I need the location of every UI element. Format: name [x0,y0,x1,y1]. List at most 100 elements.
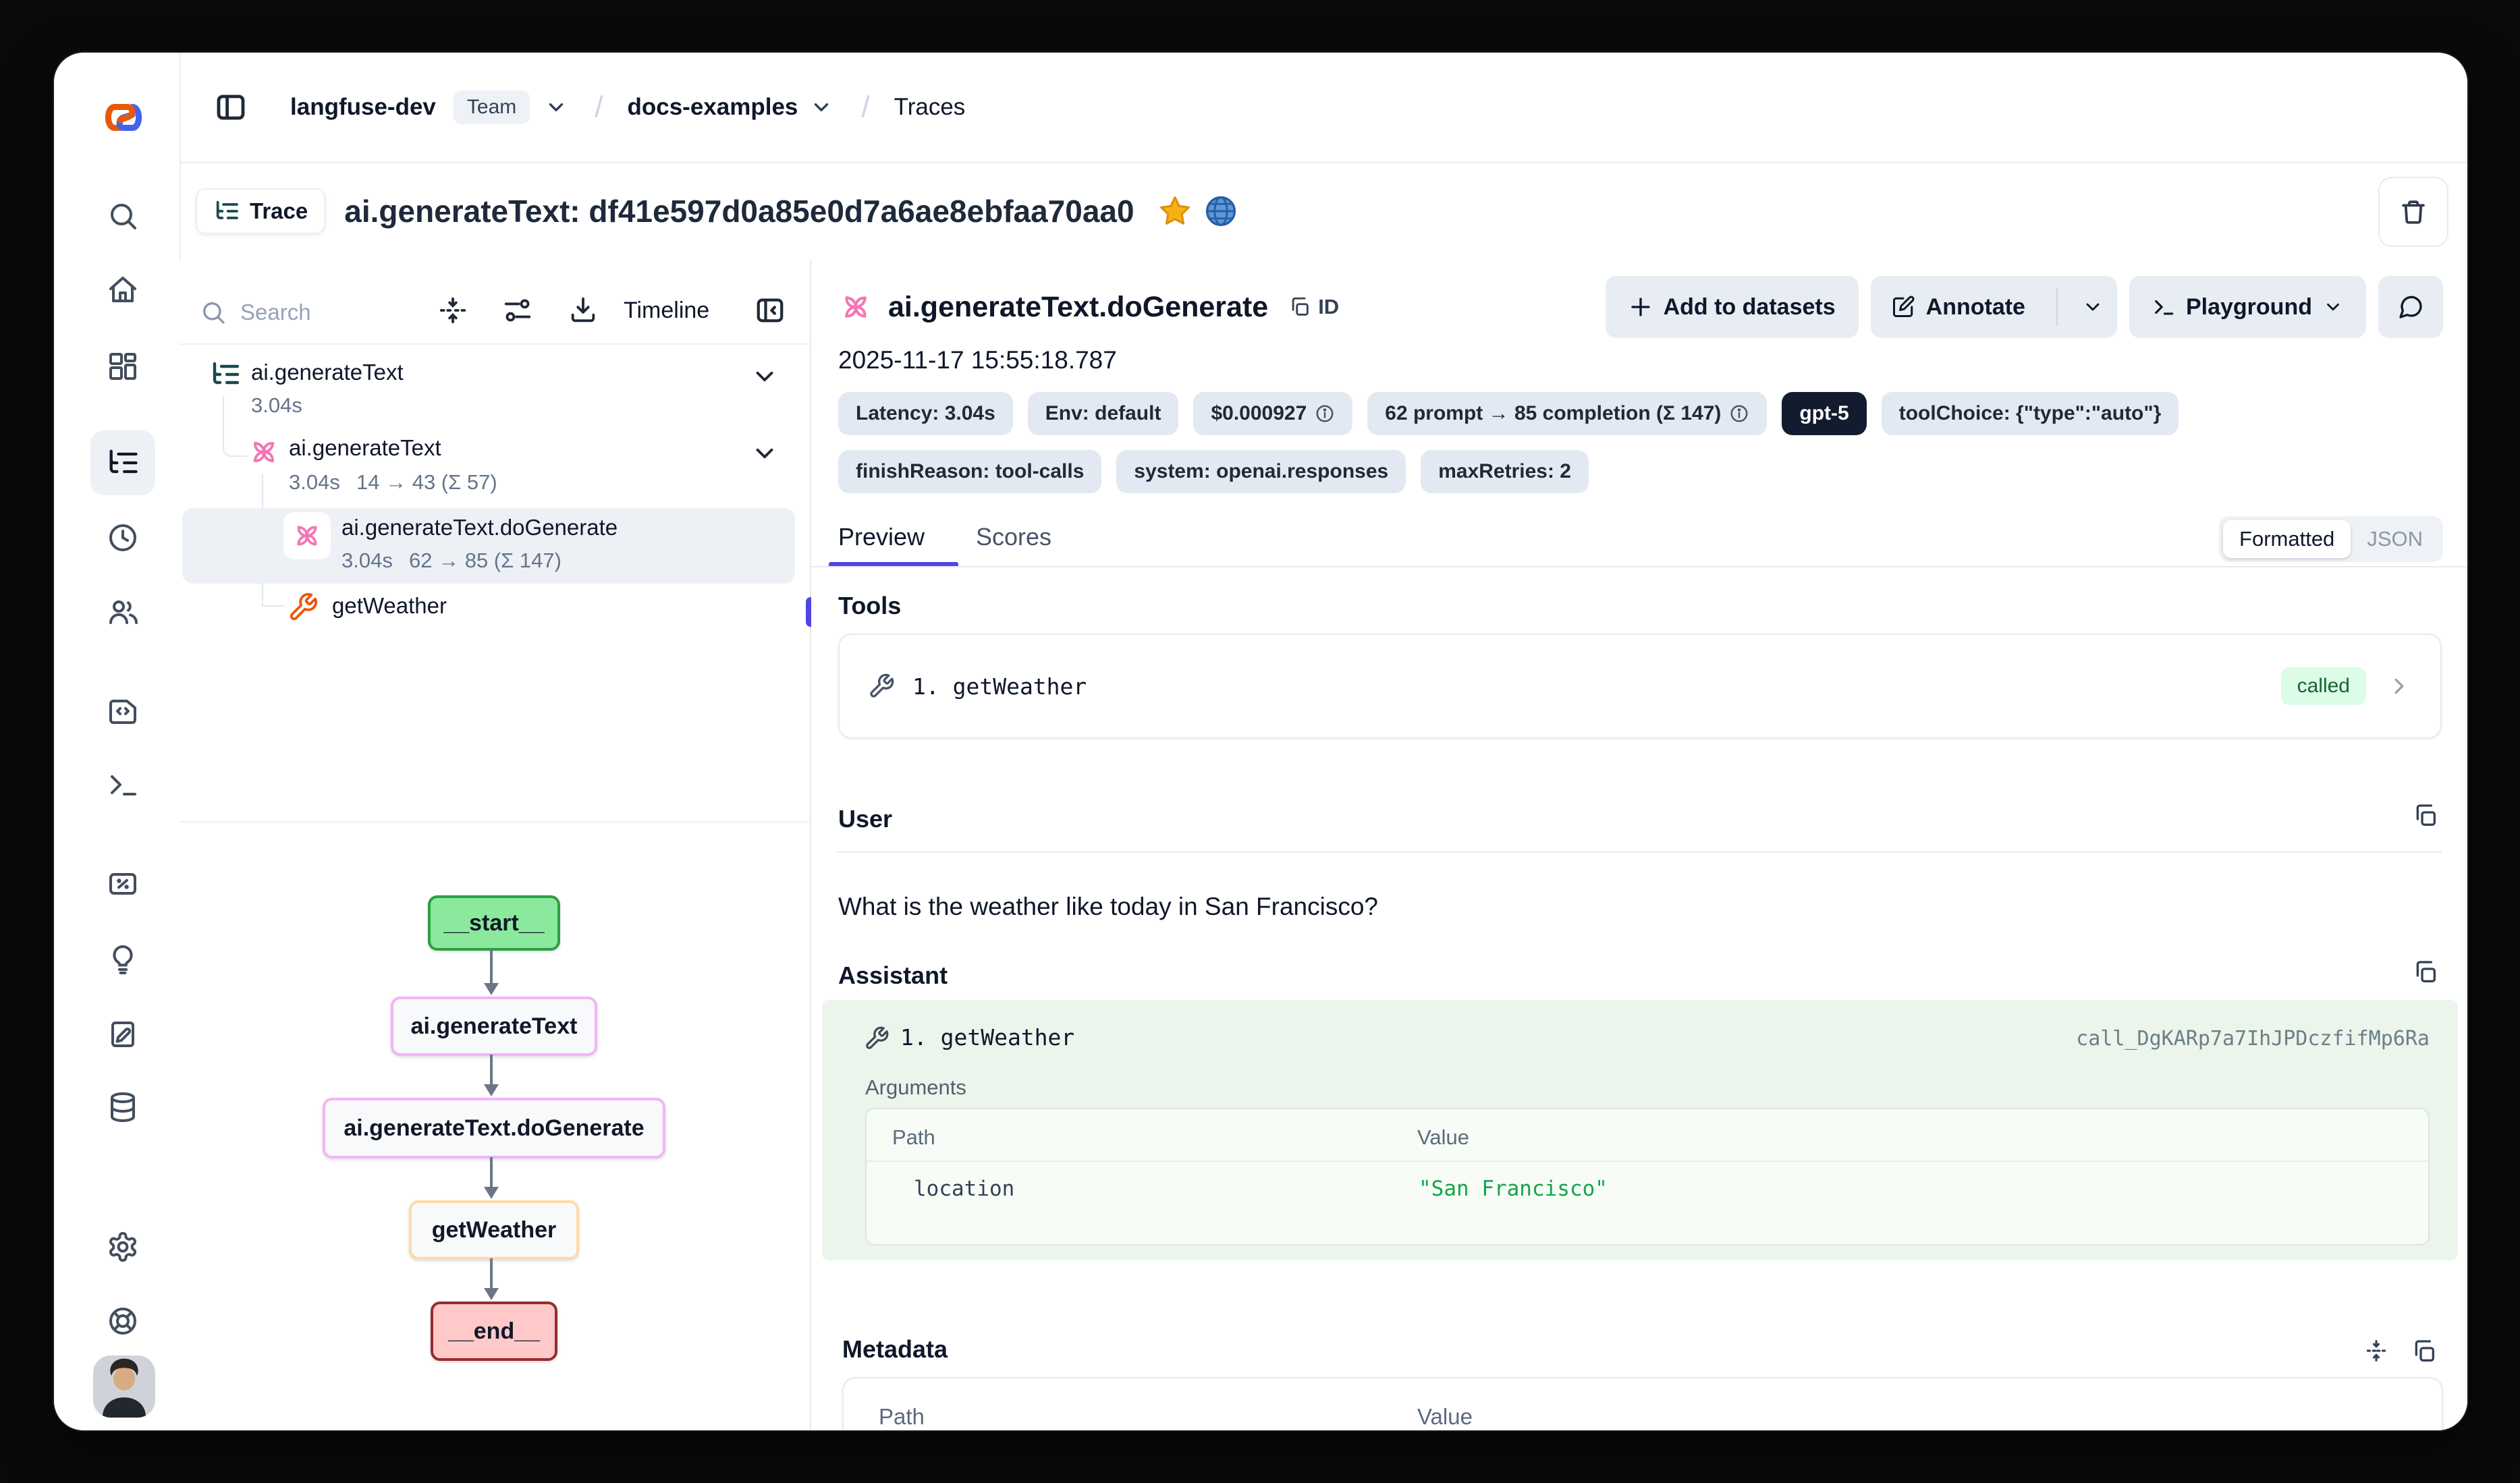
tree-row-selected[interactable]: ai.generateText.doGenerate [341,515,618,540]
sidebar-item-tracing[interactable] [90,430,155,495]
graph-node-dogenerate[interactable]: ai.generateText.doGenerate [323,1098,665,1158]
tool-definition-card[interactable]: 1. getWeather called [838,634,2442,739]
view-toggle: Formatted JSON [2219,516,2443,562]
terminal-icon[interactable] [107,768,139,801]
annotate-dropdown-chevron[interactable] [2069,276,2117,338]
breadcrumb-environment[interactable]: docs-examples [627,94,798,121]
bookmark-star-icon[interactable] [1157,194,1193,229]
graph-node-getweather[interactable]: getWeather [409,1200,579,1260]
main-content: Timeline ai.generateText 3.04s [180,260,2467,1430]
evaluation-percent-icon[interactable] [107,868,139,900]
maxretries-badge: maxRetries: 2 [1421,450,1589,493]
graph-edge [490,1258,493,1289]
graph-edge [490,1055,493,1086]
divider [837,851,2442,853]
annotation-clipboard-pen-icon[interactable] [107,1017,139,1050]
tree-connector [223,396,247,457]
model-badge[interactable]: gpt-5 [1782,392,1866,435]
chevron-down-icon[interactable] [750,439,779,468]
sessions-clock-icon[interactable] [107,522,139,554]
chevron-down-icon [2323,297,2343,317]
tab-preview[interactable]: Preview [838,523,925,551]
view-settings-sliders-icon[interactable] [502,295,533,326]
lightbulb-icon[interactable] [107,943,139,976]
project-team-badge: Team [454,90,530,124]
settings-gear-icon[interactable] [107,1231,139,1263]
users-icon[interactable] [107,596,139,628]
user-avatar[interactable] [93,1355,155,1418]
home-icon[interactable] [107,274,139,306]
dashboard-icon[interactable] [107,350,139,383]
metadata-heading: Metadata [842,1335,948,1364]
copy-metadata-button[interactable] [2411,1338,2438,1365]
collapse-all-icon[interactable] [437,295,468,326]
divider [180,343,810,345]
tree-row[interactable]: ai.generateText [251,360,404,385]
chevron-down-icon[interactable] [750,362,779,391]
timeline-toggle[interactable]: Timeline [624,298,709,324]
graph-node-start[interactable]: __start__ [428,895,560,951]
tokens-badge[interactable]: 62 prompt → 85 completion (Σ 147) [1367,392,1767,435]
tab-scores[interactable]: Scores [976,523,1051,551]
comment-bubble-icon [2397,293,2424,320]
cost-badge[interactable]: $0.000927 [1193,392,1352,435]
pen-square-icon [1891,295,1915,319]
trace-title: ai.generateText: df41e597d0a85e0d7a6ae8e… [344,193,1134,229]
copy-assistant-button[interactable] [2412,959,2439,986]
tree-row[interactable]: getWeather [332,593,447,619]
toolchoice-badge: toolChoice: {"type":"auto"} [1882,392,2179,435]
info-icon [1315,403,1335,424]
graph-node-end[interactable]: __end__ [431,1302,557,1361]
add-to-datasets-button[interactable]: Add to datasets [1606,276,1859,338]
system-badge: system: openai.responses [1116,450,1406,493]
span-swirl-icon [247,435,281,469]
list-tree-icon [209,358,242,391]
tree-row[interactable]: ai.generateText [289,435,441,461]
delete-trace-button[interactable] [2378,177,2448,247]
app-window: langfuse-dev Team / docs-examples / Trac… [54,53,2467,1430]
tree-search-input[interactable] [239,299,397,326]
breadcrumb-page[interactable]: Traces [894,94,966,121]
arguments-label: Arguments [865,1075,966,1100]
plus-icon [1628,295,1653,319]
search-icon[interactable] [107,200,139,232]
expand-metadata-icon[interactable] [2363,1338,2389,1364]
breadcrumb-separator: / [595,90,603,124]
tool-wrench-icon [287,592,319,623]
langfuse-logo-icon[interactable] [103,100,144,135]
public-globe-icon[interactable] [1203,194,1238,229]
download-icon[interactable] [568,295,599,326]
divider [180,821,810,822]
chevron-down-icon[interactable] [545,96,568,119]
panel-left-toggle-icon[interactable] [215,91,247,123]
datasets-database-icon[interactable] [107,1091,139,1123]
user-message: What is the weather like today in San Fr… [838,893,1378,921]
copy-icon [2411,1338,2438,1365]
graph-node-generatetext[interactable]: ai.generateText [391,997,597,1056]
info-icon [1729,403,1749,424]
panel-collapse-icon[interactable] [755,295,786,326]
prompts-file-code-icon[interactable] [107,694,139,727]
args-value-header: Value [1417,1125,1469,1150]
json-toggle[interactable]: JSON [2351,520,2439,558]
copy-id-button[interactable]: ID [1288,295,1339,319]
tool-wrench-icon [868,673,895,700]
breadcrumb-project[interactable]: langfuse-dev [290,94,436,121]
chevron-down-icon [2082,296,2104,318]
metadata-path-header: Path [879,1404,925,1430]
tool-call-id: call_DgKARp7a7IhJPDczfifMp6Ra [2076,1027,2430,1051]
latency-badge: Latency: 3.04s [838,392,1013,435]
tree-connector [262,605,285,607]
comments-button[interactable] [2378,276,2443,338]
support-lifebuoy-icon[interactable] [107,1305,139,1337]
assistant-heading: Assistant [838,961,948,990]
chevron-down-icon[interactable] [810,96,833,119]
playground-button[interactable]: Playground [2129,276,2366,338]
formatted-toggle[interactable]: Formatted [2223,520,2351,558]
annotate-button[interactable]: Annotate [1871,276,2046,338]
chevron-right-icon[interactable] [2386,673,2412,699]
trace-type-chip: Trace [196,188,325,234]
observation-detail-panel: ai.generateText.doGenerate ID Add to dat… [811,260,2467,1430]
copy-user-button[interactable] [2412,802,2439,829]
tree-row-tokens: 62 → 85 (Σ 147) [409,549,561,573]
